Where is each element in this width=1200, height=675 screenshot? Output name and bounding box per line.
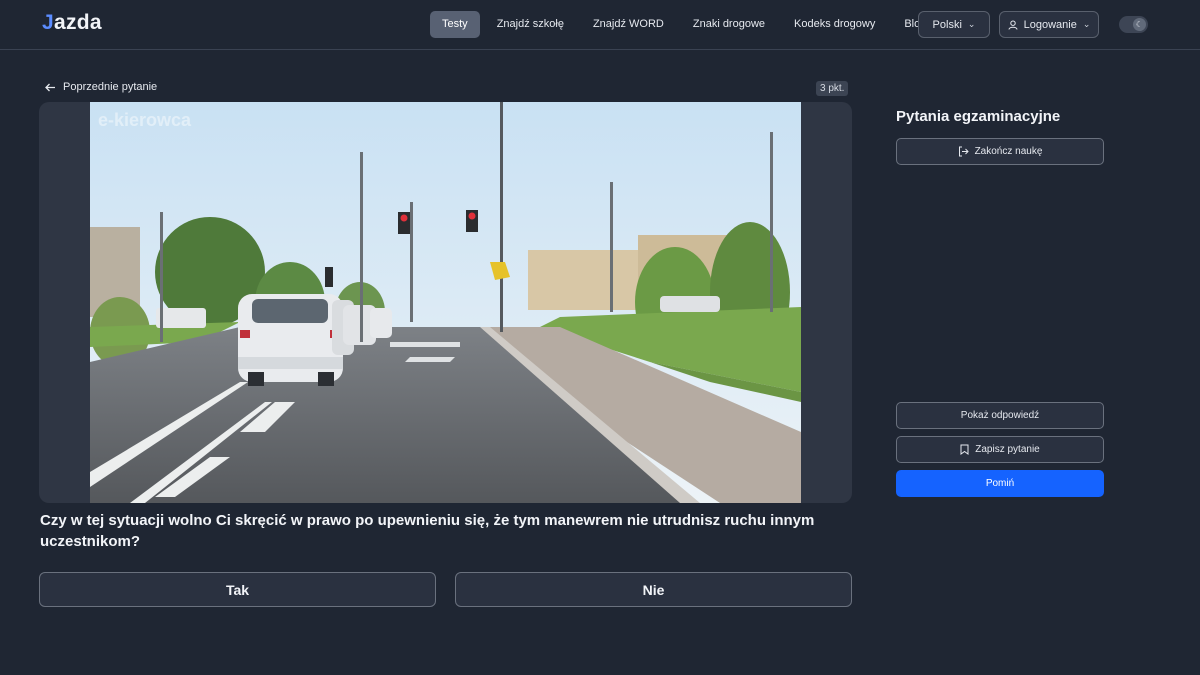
login-button[interactable]: Logowanie ⌄ — [999, 11, 1099, 38]
previous-question-label: Poprzednie pytanie — [63, 81, 158, 93]
nav-item-traffic-code[interactable]: Kodeks drogowy — [782, 11, 887, 38]
skip-label: Pomiń — [985, 478, 1015, 489]
show-answer-button[interactable]: Pokaż odpowiedź — [896, 402, 1104, 429]
save-question-label: Zapisz pytanie — [975, 444, 1040, 455]
user-icon — [1008, 20, 1018, 30]
end-learning-label: Zakończ naukę — [974, 146, 1043, 157]
language-select[interactable]: Polski ⌄ — [918, 11, 990, 38]
answer-yes-button[interactable]: Tak — [39, 572, 436, 607]
moon-icon: ☾ — [1133, 18, 1146, 31]
chevron-down-icon: ⌄ — [967, 19, 976, 29]
logout-icon — [958, 146, 969, 157]
question-media: e-kierowca — [39, 102, 852, 503]
chevron-down-icon: ⌄ — [1082, 19, 1091, 29]
show-answer-label: Pokaż odpowiedź — [960, 410, 1040, 421]
previous-question-link[interactable]: Poprzednie pytanie — [45, 81, 157, 93]
theme-toggle[interactable]: ☾ — [1119, 16, 1148, 33]
language-label: Polski — [932, 18, 962, 31]
nav-item-find-school[interactable]: Znajdź szkołę — [485, 11, 576, 38]
login-label: Logowanie — [1023, 18, 1077, 31]
skip-button[interactable]: Pomiń — [896, 470, 1104, 497]
top-navbar: Jazda Testy Znajdź szkołę Znajdź WORD Zn… — [0, 0, 1200, 50]
question-text: Czy w tej sytuacji wolno Ci skręcić w pr… — [40, 512, 815, 550]
nav-item-find-word[interactable]: Znajdź WORD — [581, 11, 676, 38]
image-watermark: e-kierowca — [98, 110, 192, 130]
nav-item-testy[interactable]: Testy — [430, 11, 480, 38]
arrow-left-icon — [45, 83, 55, 91]
logo[interactable]: Jazda — [42, 11, 102, 35]
sidebar-title: Pytania egzaminacyjne — [896, 108, 1061, 125]
road-scene-image: e-kierowca — [90, 102, 801, 503]
nav-item-road-signs[interactable]: Znaki drogowe — [681, 11, 777, 38]
end-learning-button[interactable]: Zakończ naukę — [896, 138, 1104, 165]
points-badge: 3 pkt. — [816, 81, 849, 96]
bookmark-icon — [960, 444, 969, 455]
answer-no-button[interactable]: Nie — [455, 572, 852, 607]
save-question-button[interactable]: Zapisz pytanie — [896, 436, 1104, 463]
main-nav: Testy Znajdź szkołę Znajdź WORD Znaki dr… — [430, 11, 943, 38]
